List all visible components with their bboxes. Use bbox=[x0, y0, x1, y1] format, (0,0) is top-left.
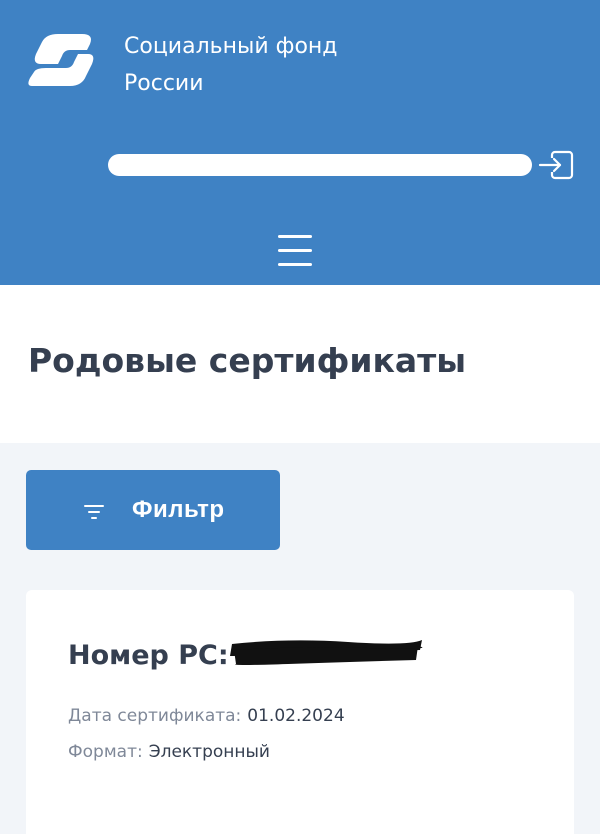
filter-icon bbox=[84, 503, 104, 519]
filter-button[interactable]: Фильтр bbox=[26, 470, 280, 550]
title-section: Родовые сертификаты bbox=[0, 285, 600, 443]
certificate-card[interactable]: Номер РС: Дата сертификата: 01.02.2024 Фо… bbox=[26, 590, 574, 834]
brand-line-2: России bbox=[124, 71, 204, 96]
certificate-format-label: Формат: bbox=[68, 742, 143, 762]
app-header: Социальный фонд России bbox=[0, 0, 600, 285]
page-title: Родовые сертификаты bbox=[28, 341, 467, 380]
certificate-date-row: Дата сертификата: 01.02.2024 bbox=[68, 706, 345, 726]
redacted-user-name bbox=[108, 154, 532, 176]
filter-label: Фильтр bbox=[132, 496, 225, 523]
certificate-number-label: Номер РС: bbox=[68, 640, 229, 671]
brand-line-1: Социальный фонд bbox=[124, 34, 338, 59]
certificate-date-value: 01.02.2024 bbox=[247, 706, 345, 726]
hamburger-menu-icon[interactable] bbox=[276, 232, 316, 272]
certificate-format-row: Формат: Электронный bbox=[68, 742, 270, 762]
user-row bbox=[108, 150, 574, 186]
sfr-logo-icon[interactable] bbox=[24, 30, 96, 90]
certificate-format-value: Электронный bbox=[148, 742, 270, 762]
logout-icon[interactable] bbox=[538, 150, 574, 180]
redacted-certificate-number bbox=[230, 640, 423, 665]
brand-name: Социальный фонд России bbox=[124, 28, 338, 102]
certificate-date-label: Дата сертификата: bbox=[68, 706, 242, 726]
